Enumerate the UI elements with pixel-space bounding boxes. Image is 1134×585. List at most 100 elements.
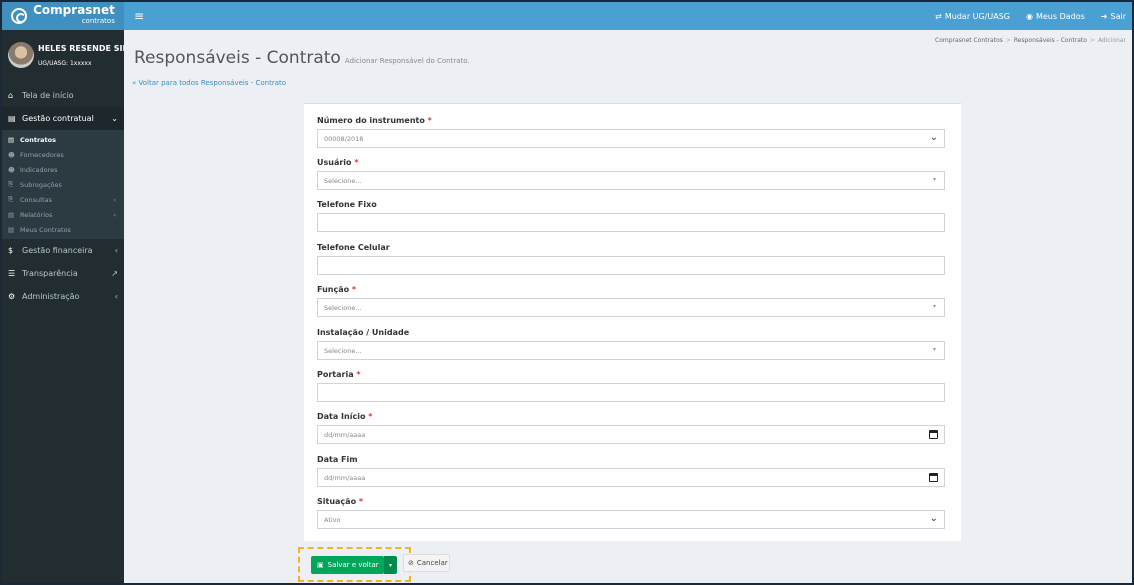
start-date-label: Data Início bbox=[317, 412, 366, 421]
breadcrumb-home[interactable]: Comprasnet Contratos bbox=[935, 37, 1003, 44]
breadcrumb: Comprasnet Contratos > Responsáveis - Cont… bbox=[935, 37, 1126, 44]
copy-icon: ⎘ bbox=[8, 180, 14, 188]
swap-icon: ⇄ bbox=[935, 11, 942, 21]
instrument-select[interactable]: 00008/2018 ⌄ bbox=[317, 129, 945, 148]
calendar-icon[interactable] bbox=[929, 473, 938, 482]
sidebar-sub-relatorios[interactable]: ▤ Relatórios ‹ bbox=[2, 207, 124, 222]
field-start-date: Data Início * dd/mm/aaaa bbox=[317, 412, 945, 444]
field-ordinance: Portaria * bbox=[317, 370, 945, 402]
sidebar-item-transparency[interactable]: ☰ Transparência ↗ bbox=[2, 262, 124, 285]
chevron-down-icon: ⌄ bbox=[929, 132, 938, 143]
sidebar-sub-consultas[interactable]: ⎘ Consultas ‹ bbox=[2, 192, 124, 207]
end-date-label: Data Fim bbox=[317, 455, 358, 464]
field-user: Usuário * Selecione... ▾ bbox=[317, 158, 945, 190]
dollar-icon: $ bbox=[8, 246, 14, 255]
sidebar-item-financial[interactable]: $ Gestão financeira ‹ bbox=[2, 239, 124, 262]
user-uasg: UG/UASG: 1xxxxx bbox=[38, 60, 92, 67]
save-button-group: ▣ Salvar e voltar ▾ bbox=[298, 547, 411, 582]
role-select[interactable]: Selecione... ▾ bbox=[317, 298, 945, 317]
cancel-button[interactable]: ⊘ Cancelar bbox=[403, 554, 450, 572]
caret-down-icon: ▾ bbox=[932, 346, 936, 353]
field-phone: Telefone Fixo bbox=[317, 200, 945, 232]
chevron-left-icon: ‹ bbox=[113, 195, 116, 204]
sign-out-icon: ➜ bbox=[1100, 11, 1108, 21]
ordinance-input[interactable] bbox=[317, 383, 945, 402]
file-icon: ▤ bbox=[8, 135, 15, 144]
chevron-left-icon: ‹ bbox=[113, 210, 116, 219]
user-label: Usuário bbox=[317, 158, 352, 167]
logout-link[interactable]: ➜ Sair bbox=[1101, 12, 1126, 21]
my-data-link[interactable]: ◉ Meus Dados bbox=[1026, 12, 1085, 21]
brand-sub: contratos bbox=[81, 17, 115, 25]
instrument-label: Número do instrumento bbox=[317, 116, 425, 125]
breadcrumb-section[interactable]: Responsáveis - Contrato bbox=[1014, 37, 1087, 44]
field-end-date: Data Fim dd/mm/aaaa bbox=[317, 455, 945, 487]
caret-down-icon: ▾ bbox=[932, 176, 936, 183]
sidebar-sub-contratos[interactable]: ▤ Contratos bbox=[2, 132, 124, 147]
avatar bbox=[8, 42, 34, 68]
phone-input[interactable] bbox=[317, 213, 945, 232]
phone-label: Telefone Fixo bbox=[317, 200, 377, 209]
home-icon: ⌂ bbox=[8, 91, 14, 100]
status-select[interactable]: Ativo ⌄ bbox=[317, 510, 945, 529]
status-label: Situação bbox=[317, 497, 357, 506]
field-unit: Instalação / Unidade Selecione... ▾ bbox=[317, 328, 945, 360]
external-link-icon: ↗ bbox=[111, 269, 118, 278]
caret-down-icon: ▾ bbox=[932, 303, 936, 310]
hamburger-icon[interactable]: ≡ bbox=[134, 9, 144, 23]
copy-icon: ⎘ bbox=[8, 195, 14, 203]
ban-icon: ⊘ bbox=[408, 559, 414, 567]
change-ug-link[interactable]: ⇄ Mudar UG/UASG bbox=[935, 12, 1010, 21]
field-instrument: Número do instrumento * 00008/2018 ⌄ bbox=[317, 116, 945, 148]
role-label: Função bbox=[317, 285, 350, 294]
sidebar: HELES RESENDE SILVA... UG/UASG: 1xxxxx ⌂… bbox=[2, 30, 148, 583]
sidebar-item-home[interactable]: ⌂ Tela de início bbox=[2, 84, 124, 107]
breadcrumb-current: Adicionar bbox=[1097, 37, 1126, 44]
caret-down-icon: ▾ bbox=[388, 561, 392, 569]
field-status: Situação * Ativo ⌄ bbox=[317, 497, 945, 529]
sidebar-sub-subrogacoes[interactable]: ⎘ Subrogações bbox=[2, 177, 124, 192]
save-options-dropdown[interactable]: ▾ bbox=[384, 556, 397, 574]
sidebar-sub-fornecedores[interactable]: ☻ Fornecedores bbox=[2, 147, 124, 162]
contract-submenu: ▤ Contratos ☻ Fornecedores ☻ Indicadores ⎘ S… bbox=[2, 130, 124, 239]
sidebar-item-contract-mgmt[interactable]: ▤ Gestão contratual ⌄ bbox=[2, 107, 124, 130]
page-title-block: Responsáveis - Contrato Adicionar Respons… bbox=[134, 48, 470, 68]
back-link[interactable]: « Voltar para todos Responsáveis - Contr… bbox=[132, 79, 286, 87]
calendar-icon[interactable] bbox=[929, 430, 938, 439]
field-role: Função * Selecione... ▾ bbox=[317, 285, 945, 317]
app-window: Comprasnet contratos ≡ ⇄ Mudar UG/UASG ◉ M… bbox=[0, 0, 1134, 585]
ordinance-label: Portaria bbox=[317, 370, 354, 379]
users-icon: ☻ bbox=[8, 150, 15, 159]
mobile-label: Telefone Celular bbox=[317, 243, 390, 252]
logo-icon bbox=[11, 8, 28, 24]
field-mobile: Telefone Celular bbox=[317, 243, 945, 275]
start-date-input[interactable]: dd/mm/aaaa bbox=[317, 425, 945, 444]
chevron-left-icon: ‹ bbox=[114, 292, 118, 301]
user-circle-icon: ◉ bbox=[1026, 11, 1033, 21]
sidebar-sub-indicadores[interactable]: ☻ Indicadores bbox=[2, 162, 124, 177]
file-icon: ▤ bbox=[8, 225, 15, 234]
sidebar-item-admin[interactable]: ⚙ Administração ‹ bbox=[2, 285, 124, 308]
top-navbar: ≡ ⇄ Mudar UG/UASG ◉ Meus Dados ➜ Sair bbox=[124, 2, 1132, 30]
file-icon: ▤ bbox=[8, 210, 15, 219]
chevron-down-icon: ⌄ bbox=[111, 114, 118, 123]
chevron-down-icon: ⌄ bbox=[929, 513, 938, 524]
list-icon: ☰ bbox=[8, 269, 16, 278]
end-date-input[interactable]: dd/mm/aaaa bbox=[317, 468, 945, 487]
brand-logo[interactable]: Comprasnet contratos bbox=[2, 2, 124, 30]
unit-select[interactable]: Selecione... ▾ bbox=[317, 341, 945, 360]
cogs-icon: ⚙ bbox=[8, 292, 16, 301]
page-subtitle: Adicionar Responsável do Contrato. bbox=[344, 57, 470, 65]
unit-label: Instalação / Unidade bbox=[317, 328, 410, 337]
chevron-left-icon: ‹ bbox=[114, 246, 118, 255]
form-card: Número do instrumento * 00008/2018 ⌄ Usuá… bbox=[304, 103, 961, 541]
mobile-input[interactable] bbox=[317, 256, 945, 275]
user-panel: HELES RESENDE SILVA... UG/UASG: 1xxxxx bbox=[2, 30, 148, 84]
user-select[interactable]: Selecione... ▾ bbox=[317, 171, 945, 190]
save-button[interactable]: ▣ Salvar e voltar bbox=[311, 556, 384, 574]
brand-name: Comprasnet bbox=[33, 3, 115, 17]
floppy-icon: ▣ bbox=[317, 561, 324, 569]
users-icon: ☻ bbox=[8, 165, 15, 174]
page-title: Responsáveis - Contrato bbox=[134, 48, 341, 68]
sidebar-sub-meus-contratos[interactable]: ▤ Meus Contratos bbox=[2, 222, 124, 237]
